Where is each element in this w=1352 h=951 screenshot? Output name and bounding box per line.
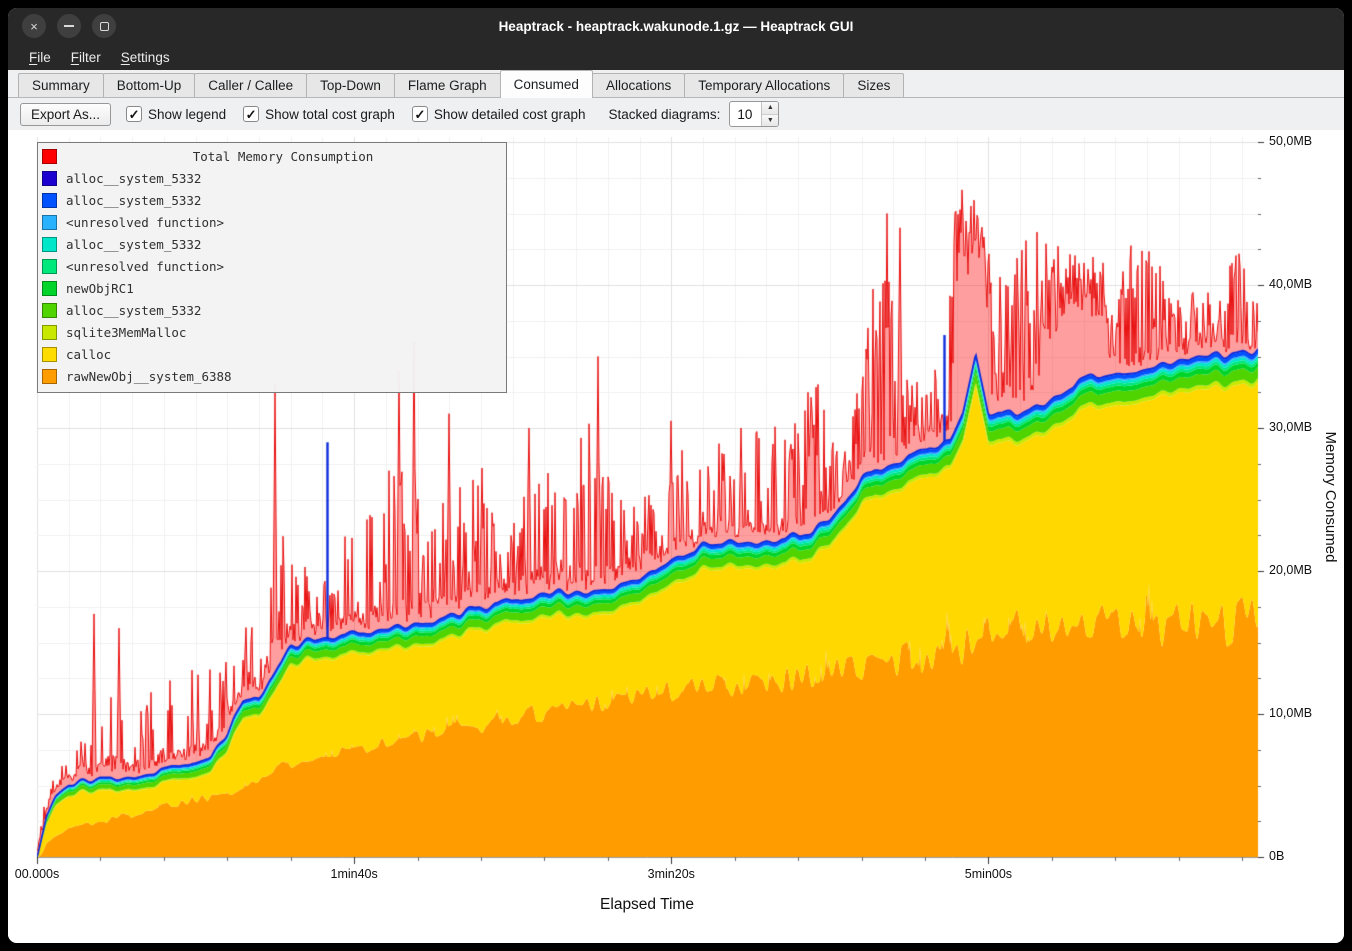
x-tick-label: 00.000s (15, 867, 59, 881)
toolbar-checkboxes: ✓ Show legend ✓ Show total cost graph ✓ Show … (126, 106, 586, 122)
legend-label: sqlite3MemMalloc (66, 325, 186, 340)
maximize-icon (100, 22, 109, 31)
checkbox-box: ✓ (126, 106, 142, 122)
legend-swatch (42, 281, 57, 296)
legend-item: <unresolved function> (42, 211, 500, 233)
legend-label: newObjRC1 (66, 281, 134, 296)
minimize-button[interactable] (57, 14, 81, 38)
legend-item: sqlite3MemMalloc (42, 321, 500, 343)
legend-item: alloc__system_5332 (42, 167, 500, 189)
legend-item: alloc__system_5332 (42, 299, 500, 321)
tab-bar: SummaryBottom-UpCaller / CalleeTop-DownF… (8, 70, 1344, 98)
legend-swatch (42, 369, 57, 384)
legend-label: alloc__system_5332 (66, 303, 201, 318)
close-icon: × (30, 20, 38, 33)
titlebar[interactable]: × Heaptrack - heaptrack.wakunode.1.gz — … (8, 8, 1344, 44)
checkbox-box: ✓ (243, 106, 259, 122)
toolbar: Export As... ✓ Show legend ✓ Show total cos… (8, 98, 1344, 130)
y-tick-label: 10,0MB (1269, 706, 1312, 720)
y-tick-label: 30,0MB (1269, 420, 1312, 434)
legend-item: rawNewObj__system_6388 (42, 365, 500, 387)
legend-item: newObjRC1 (42, 277, 500, 299)
export-as-button[interactable]: Export As... (20, 103, 111, 126)
y-tick-label: 0B (1269, 849, 1284, 863)
legend-title-row: Total Memory Consumption (42, 145, 500, 167)
legend-label: <unresolved function> (66, 259, 224, 274)
chart-legend: Total Memory Consumption alloc__system_53… (37, 142, 507, 393)
menu-settings[interactable]: Settings (112, 47, 179, 68)
legend-label: calloc (66, 347, 111, 362)
close-button[interactable]: × (22, 14, 46, 38)
tab-caller-callee[interactable]: Caller / Callee (194, 73, 307, 97)
tab-bottom-up[interactable]: Bottom-Up (103, 73, 196, 97)
window-title: Heaptrack - heaptrack.wakunode.1.gz — He… (8, 19, 1344, 34)
legend-label: Total Memory Consumption (66, 149, 500, 164)
legend-item: calloc (42, 343, 500, 365)
legend-swatch (42, 149, 57, 164)
checkbox-box: ✓ (412, 106, 428, 122)
legend-swatch (42, 347, 57, 362)
legend-swatch (42, 259, 57, 274)
tab-sizes[interactable]: Sizes (843, 73, 904, 97)
tab-top-down[interactable]: Top-Down (306, 73, 395, 97)
spinbox-value[interactable]: 10 (730, 102, 761, 126)
x-tick-label: 1min40s (331, 867, 378, 881)
tab-summary[interactable]: Summary (18, 73, 104, 97)
checkbox-label: Show total cost graph (265, 107, 395, 122)
y-tick-label: 20,0MB (1269, 563, 1312, 577)
legend-label: alloc__system_5332 (66, 193, 201, 208)
maximize-button[interactable] (92, 14, 116, 38)
spin-down-button[interactable]: ▼ (762, 114, 778, 127)
spinbox-arrows: ▲ ▼ (761, 102, 778, 126)
y-axis-title: Memory Consumed (1322, 432, 1339, 563)
x-tick-label: 5min00s (965, 867, 1012, 881)
chart-area: Total Memory Consumption alloc__system_53… (8, 130, 1344, 943)
checkbox-show-detailed-cost-graph[interactable]: ✓ Show detailed cost graph (412, 106, 586, 122)
checkbox-show-total-cost-graph[interactable]: ✓ Show total cost graph (243, 106, 395, 122)
legend-swatch (42, 325, 57, 340)
menu-filter[interactable]: Filter (62, 47, 110, 68)
legend-item: alloc__system_5332 (42, 233, 500, 255)
legend-label: alloc__system_5332 (66, 237, 201, 252)
x-axis-title: Elapsed Time (600, 896, 694, 914)
y-tick-label: 40,0MB (1269, 277, 1312, 291)
minimize-icon (64, 25, 74, 27)
legend-swatch (42, 171, 57, 186)
menu-file[interactable]: File (20, 47, 60, 68)
stacked-diagrams-spinbox[interactable]: 10 ▲ ▼ (729, 101, 779, 127)
checkbox-show-legend[interactable]: ✓ Show legend (126, 106, 226, 122)
stacked-diagrams-label: Stacked diagrams: (609, 107, 721, 122)
tab-consumed[interactable]: Consumed (500, 70, 593, 98)
legend-label: <unresolved function> (66, 215, 224, 230)
tab-allocations[interactable]: Allocations (592, 73, 685, 97)
window-controls: × (22, 8, 116, 44)
legend-swatch (42, 215, 57, 230)
tab-flame-graph[interactable]: Flame Graph (394, 73, 501, 97)
desktop-background: × Heaptrack - heaptrack.wakunode.1.gz — … (0, 0, 1352, 951)
legend-label: rawNewObj__system_6388 (66, 369, 232, 384)
legend-label: alloc__system_5332 (66, 171, 201, 186)
spin-up-button[interactable]: ▲ (762, 102, 778, 114)
legend-item: alloc__system_5332 (42, 189, 500, 211)
tab-temporary-allocations[interactable]: Temporary Allocations (684, 73, 844, 97)
legend-item: <unresolved function> (42, 255, 500, 277)
legend-swatch (42, 237, 57, 252)
legend-swatch (42, 193, 57, 208)
menubar: FileFilterSettings (8, 44, 1344, 70)
legend-swatch (42, 303, 57, 318)
checkbox-label: Show legend (148, 107, 226, 122)
heaptrack-window: × Heaptrack - heaptrack.wakunode.1.gz — … (8, 8, 1344, 943)
x-tick-label: 3min20s (648, 867, 695, 881)
y-tick-label: 50,0MB (1269, 134, 1312, 148)
checkbox-label: Show detailed cost graph (434, 107, 586, 122)
